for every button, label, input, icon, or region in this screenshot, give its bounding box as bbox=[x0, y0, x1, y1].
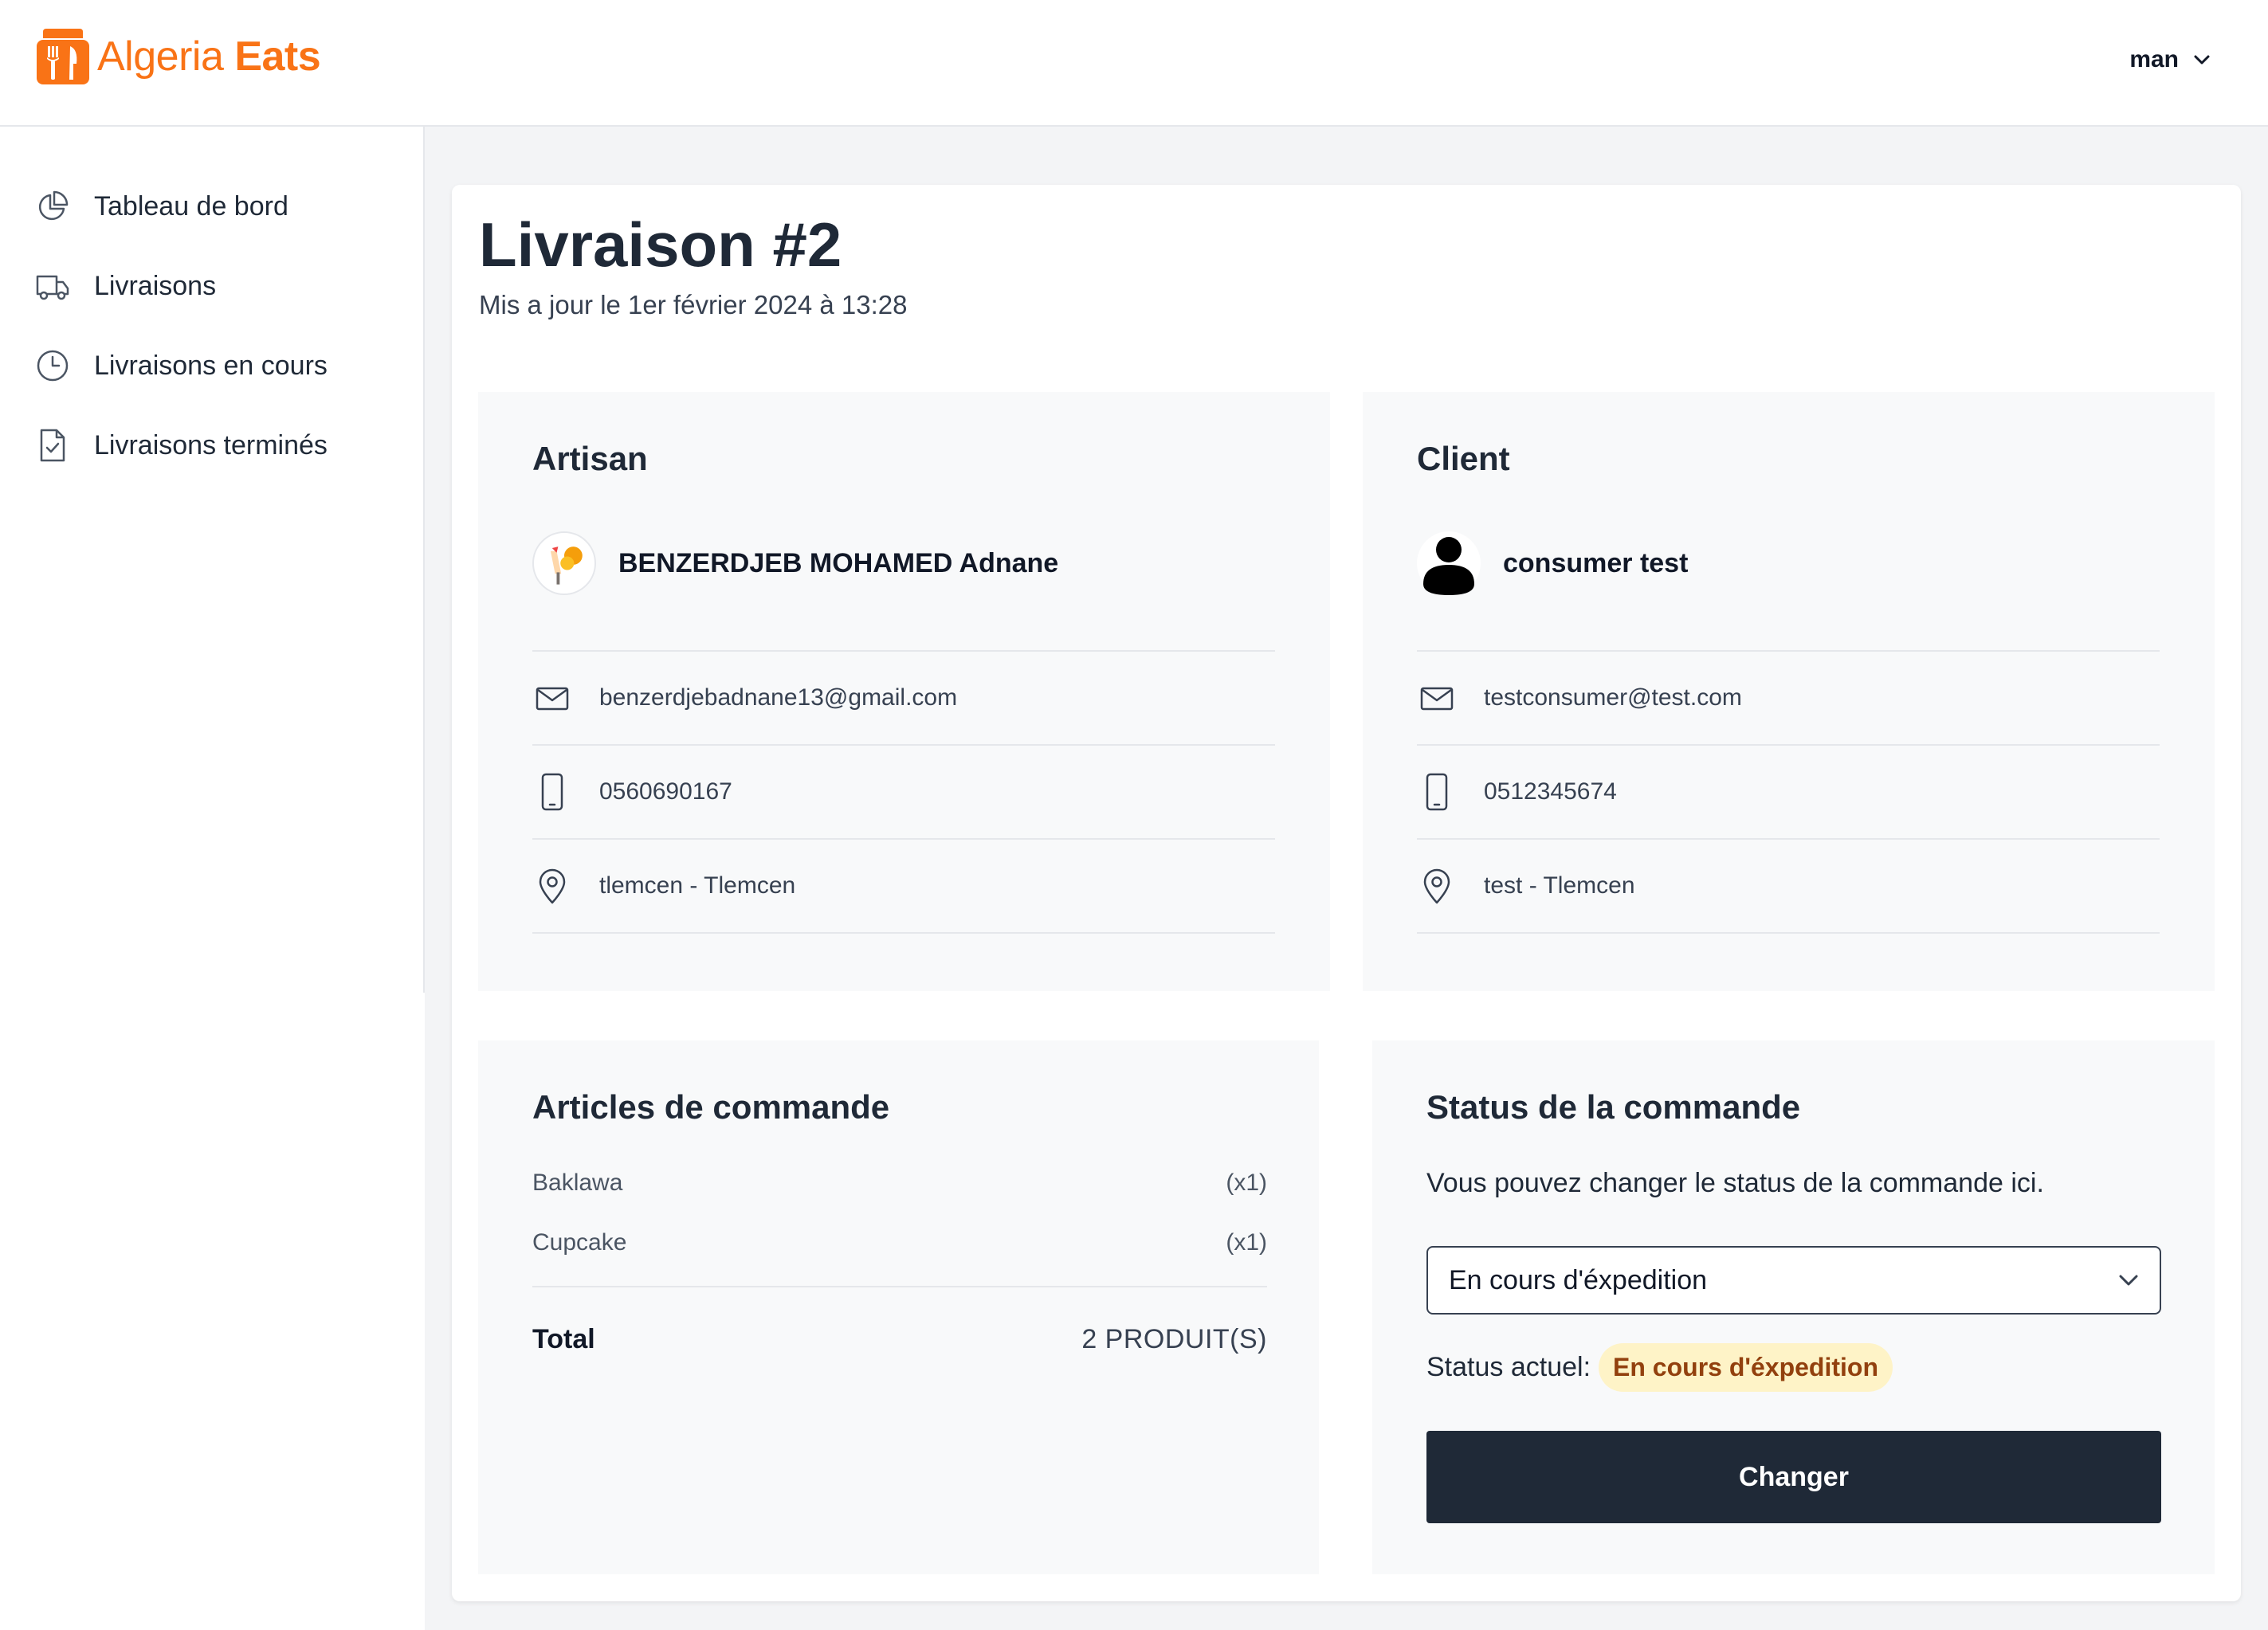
artisan-section-title: Artisan bbox=[532, 440, 648, 477]
order-items-title: Articles de commande bbox=[532, 1088, 890, 1126]
last-updated: Mis a jour le 1er février 2024 à 13:28 bbox=[479, 290, 908, 319]
chart-pie-icon bbox=[38, 190, 69, 221]
envelope-icon bbox=[1420, 687, 1454, 711]
map-pin-icon bbox=[1423, 868, 1450, 904]
artisan-email[interactable]: benzerdjebadnane13@gmail.com bbox=[599, 684, 957, 711]
artisan-name: BENZERDJEB MOHAMED Adnane bbox=[618, 547, 1059, 578]
chevron-down-icon bbox=[2194, 55, 2210, 65]
order-status-panel: Status de la commande Vous pouvez change… bbox=[1372, 1040, 2215, 1574]
status-select[interactable]: En cours d'éxpedition bbox=[1426, 1246, 2161, 1315]
client-address-row: test - Tlemcen bbox=[1417, 838, 2160, 932]
truck-icon bbox=[36, 275, 69, 300]
map-pin-icon bbox=[539, 868, 566, 904]
client-email-row: testconsumer@test.com bbox=[1417, 650, 2160, 744]
client-section-title: Client bbox=[1417, 440, 1510, 477]
sidebar-item-label: Tableau de bord bbox=[94, 190, 288, 221]
total-value: 2 PRODUIT(S) bbox=[1081, 1324, 1267, 1354]
user-menu[interactable]: man bbox=[2129, 46, 2211, 73]
sidebar-item-dashboard[interactable]: Tableau de bord bbox=[35, 189, 288, 224]
list-item: Cupcake (x1) bbox=[532, 1229, 1267, 1256]
item-name: Baklawa bbox=[532, 1170, 623, 1196]
brand-name-light: Algeria bbox=[97, 33, 224, 80]
item-name: Cupcake bbox=[532, 1229, 627, 1256]
brand-name-bold: Eats bbox=[234, 33, 321, 80]
order-items-panel: Articles de commande Baklawa (x1) Cupcak… bbox=[478, 1040, 1319, 1574]
client-identity: consumer test bbox=[1417, 531, 1688, 595]
restaurant-logo-icon bbox=[37, 29, 89, 84]
brand-name: Algeria Eats bbox=[97, 33, 321, 80]
item-quantity: (x1) bbox=[1226, 1170, 1267, 1196]
order-status-title: Status de la commande bbox=[1426, 1088, 1801, 1126]
client-name: consumer test bbox=[1503, 547, 1689, 578]
sidebar-item-label: Livraisons terminés bbox=[94, 429, 328, 460]
phone-icon bbox=[1426, 773, 1448, 811]
brand-logo[interactable]: Algeria Eats bbox=[35, 27, 321, 86]
page-title: Livraison #2 bbox=[479, 210, 842, 280]
phone-icon bbox=[541, 773, 563, 811]
delivery-detail-card: Livraison #2 Mis a jour le 1er février 2… bbox=[452, 185, 2241, 1601]
artisan-address-row: tlemcen - Tlemcen bbox=[532, 838, 1275, 932]
sidebar-item-livraisons-en-cours[interactable]: Livraisons en cours bbox=[35, 348, 328, 383]
status-select-value: En cours d'éxpedition bbox=[1449, 1264, 1708, 1295]
artisan-address: tlemcen - Tlemcen bbox=[599, 872, 796, 899]
sidebar-item-label: Livraisons bbox=[94, 270, 217, 301]
artisan-phone[interactable]: 0560690167 bbox=[599, 778, 732, 805]
sidebar-item-livraisons[interactable]: Livraisons bbox=[35, 268, 216, 304]
client-address: test - Tlemcen bbox=[1484, 872, 1635, 899]
artisan-phone-row: 0560690167 bbox=[532, 744, 1275, 838]
envelope-icon bbox=[536, 687, 569, 711]
client-email[interactable]: testconsumer@test.com bbox=[1484, 684, 1742, 711]
status-badge: En cours d'éxpedition bbox=[1599, 1343, 1893, 1392]
status-description: Vous pouvez changer le status de la comm… bbox=[1426, 1168, 2044, 1198]
avatar bbox=[532, 531, 596, 595]
client-panel: Client consumer test testconsumer@test.c… bbox=[1363, 392, 2215, 991]
document-check-icon bbox=[40, 429, 65, 462]
sidebar-item-livraisons-terminees[interactable]: Livraisons terminés bbox=[35, 428, 328, 463]
divider bbox=[1417, 932, 2160, 934]
artisan-identity: BENZERDJEB MOHAMED Adnane bbox=[532, 531, 1058, 595]
artisan-avatar-icon bbox=[535, 534, 594, 593]
current-status-row: Status actuel: En cours d'éxpedition bbox=[1426, 1343, 1893, 1392]
client-phone[interactable]: 0512345674 bbox=[1484, 778, 1617, 805]
current-status-label: Status actuel: bbox=[1426, 1352, 1591, 1382]
divider bbox=[532, 1286, 1267, 1287]
chevron-down-icon bbox=[2119, 1275, 2138, 1286]
sidebar: Tableau de bord Livraisons Livraisons en… bbox=[0, 127, 425, 993]
divider bbox=[532, 932, 1275, 934]
user-avatar-icon bbox=[1417, 531, 1481, 595]
client-phone-row: 0512345674 bbox=[1417, 744, 2160, 838]
user-name: man bbox=[2129, 46, 2179, 72]
list-item: Baklawa (x1) bbox=[532, 1170, 1267, 1197]
artisan-email-row: benzerdjebadnane13@gmail.com bbox=[532, 650, 1275, 744]
artisan-panel: Artisan BENZERDJEB MOHAMED Adnane benzer… bbox=[478, 392, 1330, 991]
top-header: Algeria Eats man bbox=[0, 0, 2268, 127]
item-quantity: (x1) bbox=[1226, 1229, 1267, 1256]
sidebar-lower-area bbox=[0, 993, 425, 1630]
clock-icon bbox=[37, 350, 69, 382]
change-status-button[interactable]: Changer bbox=[1426, 1431, 2161, 1523]
total-label: Total bbox=[532, 1324, 595, 1354]
sidebar-item-label: Livraisons en cours bbox=[94, 350, 328, 381]
total-row: Total 2 PRODUIT(S) bbox=[532, 1324, 1267, 1355]
